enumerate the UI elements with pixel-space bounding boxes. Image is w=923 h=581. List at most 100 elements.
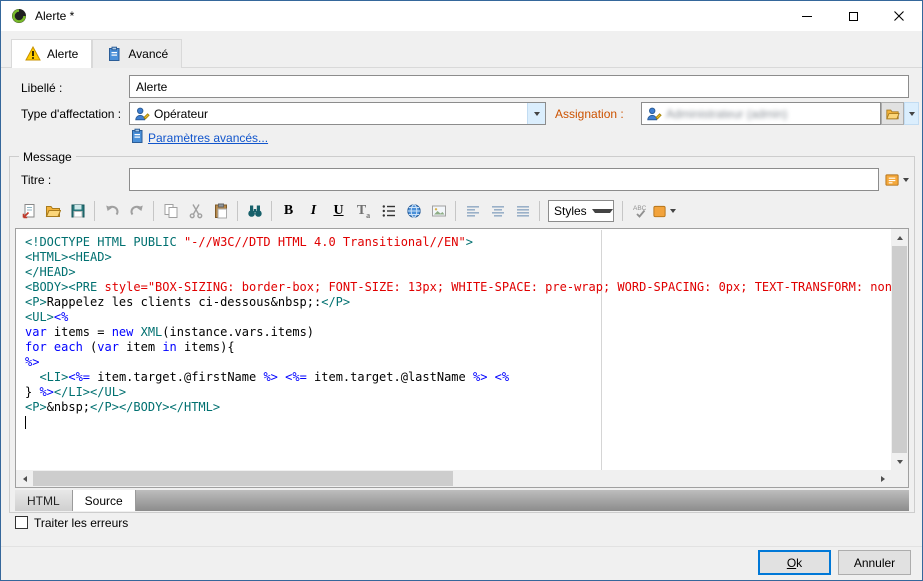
- type-affectation-label: Type d'affectation :: [21, 107, 121, 121]
- arrow-down-icon: [897, 460, 903, 464]
- horizontal-scroll-thumb[interactable]: [33, 471, 453, 486]
- align-justify-icon: [515, 203, 531, 219]
- align-justify-button[interactable]: [510, 199, 535, 223]
- spellcheck-button[interactable]: ABC: [627, 199, 652, 223]
- minimize-button[interactable]: [784, 1, 830, 31]
- chevron-down-icon: [909, 112, 915, 116]
- folder-icon: [885, 107, 900, 121]
- globe-link-icon: [406, 203, 422, 219]
- redo-button[interactable]: [124, 199, 149, 223]
- assignation-value: Administrateur (admin): [666, 107, 880, 121]
- toolbar-separator: [94, 201, 95, 221]
- clipboard-icon: [106, 46, 122, 62]
- redo-icon: [129, 203, 145, 219]
- chevron-down-icon: [903, 178, 909, 182]
- open-folder-icon: [45, 203, 61, 219]
- styles-dropdown[interactable]: Styles: [548, 200, 614, 222]
- tab-html[interactable]: HTML: [15, 490, 73, 511]
- maximize-icon: [849, 12, 858, 21]
- save-button[interactable]: [65, 199, 90, 223]
- vertical-scroll-thumb[interactable]: [892, 246, 907, 453]
- editor-mode-tabbar: HTML Source: [15, 490, 909, 511]
- font-size-button[interactable]: Ta: [351, 199, 376, 223]
- titre-input[interactable]: [129, 168, 879, 191]
- chevron-down-icon: [587, 209, 613, 213]
- cut-button[interactable]: [183, 199, 208, 223]
- italic-button[interactable]: I: [301, 199, 326, 223]
- close-button[interactable]: [876, 1, 922, 31]
- toolbar-separator: [271, 201, 272, 221]
- ok-button[interactable]: Ok: [758, 550, 831, 575]
- advanced-params-link[interactable]: Paramètres avancés...: [148, 131, 268, 145]
- toolbar-separator: [237, 201, 238, 221]
- insert-image-button[interactable]: [426, 199, 451, 223]
- scroll-up-button[interactable]: [891, 229, 908, 246]
- maximize-button[interactable]: [830, 1, 876, 31]
- highlight-color-button[interactable]: [652, 204, 686, 219]
- scroll-left-button[interactable]: [16, 470, 33, 487]
- insert-template-icon: [20, 203, 36, 219]
- horizontal-scrollbar[interactable]: [16, 470, 891, 487]
- underline-icon: U: [333, 203, 343, 219]
- scrollbar-corner: [891, 470, 908, 487]
- chevron-down-icon: [534, 112, 540, 116]
- align-left-button[interactable]: [460, 199, 485, 223]
- save-icon: [70, 203, 86, 219]
- toolbar-separator: [153, 201, 154, 221]
- type-affectation-value: Opérateur: [154, 107, 527, 121]
- handle-errors-label: Traiter les erreurs: [34, 516, 128, 530]
- insert-link-button[interactable]: [401, 199, 426, 223]
- titre-variable-button[interactable]: [885, 169, 917, 191]
- arrow-up-icon: [897, 236, 903, 240]
- libelle-label: Libellé :: [21, 81, 62, 95]
- source-editor[interactable]: <!DOCTYPE HTML PUBLIC "-//W3C//DTD HTML …: [15, 228, 909, 488]
- assignation-combo[interactable]: Administrateur (admin): [641, 102, 881, 125]
- warning-icon: [25, 46, 41, 62]
- scroll-down-button[interactable]: [891, 453, 908, 470]
- cancel-button[interactable]: Annuler: [838, 550, 911, 575]
- dialog-window: Alerte * Alerte: [0, 0, 923, 581]
- titlebar: Alerte *: [1, 1, 922, 31]
- type-affectation-combo[interactable]: Opérateur: [129, 102, 546, 125]
- minimize-icon: [802, 16, 812, 17]
- tab-avance[interactable]: Avancé: [92, 39, 182, 68]
- find-button[interactable]: [242, 199, 267, 223]
- undo-button[interactable]: [99, 199, 124, 223]
- libelle-input[interactable]: [129, 75, 909, 98]
- assignation-browse-button[interactable]: [881, 102, 904, 125]
- arrow-left-icon: [23, 476, 27, 482]
- advanced-params-icon: [129, 128, 145, 144]
- type-affectation-dropdown-button[interactable]: [527, 103, 545, 124]
- vertical-scrollbar[interactable]: [891, 229, 908, 470]
- highlight-color-icon: [652, 204, 667, 219]
- paste-button[interactable]: [208, 199, 233, 223]
- tab-bar: Alerte Avancé: [11, 39, 182, 68]
- tab-alerte[interactable]: Alerte: [11, 39, 92, 68]
- variable-icon: [885, 173, 900, 188]
- underline-button[interactable]: U: [326, 199, 351, 223]
- spellcheck-icon: ABC: [632, 203, 648, 219]
- editor-toolbar: B I U Ta: [15, 197, 909, 225]
- bullet-list-icon: [381, 203, 397, 219]
- font-size-icon: Ta: [357, 203, 370, 220]
- copy-icon: [163, 203, 179, 219]
- binoculars-icon: [247, 203, 263, 219]
- align-center-button[interactable]: [485, 199, 510, 223]
- handle-errors-checkbox[interactable]: [15, 516, 28, 529]
- message-group-label: Message: [19, 150, 76, 164]
- assignation-dropdown-button[interactable]: [904, 102, 919, 125]
- open-file-button[interactable]: [40, 199, 65, 223]
- bullet-list-button[interactable]: [376, 199, 401, 223]
- assignation-label: Assignation :: [555, 107, 624, 121]
- copy-button[interactable]: [158, 199, 183, 223]
- source-code[interactable]: <!DOCTYPE HTML PUBLIC "-//W3C//DTD HTML …: [16, 229, 891, 470]
- tab-source-label: Source: [85, 494, 123, 508]
- scroll-right-button[interactable]: [874, 470, 891, 487]
- user-icon: [646, 106, 662, 122]
- window-title: Alerte *: [35, 9, 74, 23]
- titre-label: Titre :: [21, 173, 51, 187]
- insert-template-button[interactable]: [15, 199, 40, 223]
- tab-source[interactable]: Source: [73, 490, 136, 511]
- bold-button[interactable]: B: [276, 199, 301, 223]
- footer-divider: [1, 546, 922, 547]
